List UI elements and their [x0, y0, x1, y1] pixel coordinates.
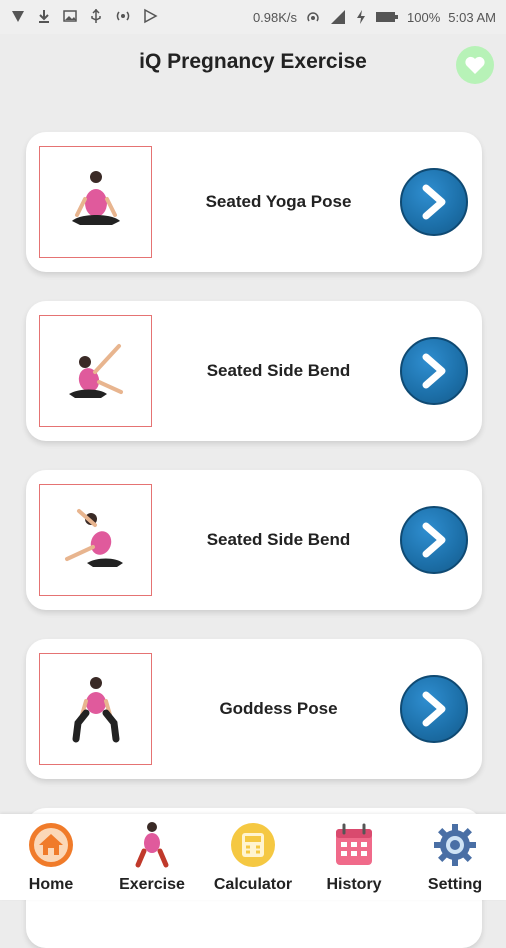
exercise-title: Seated Side Bend — [206, 361, 351, 380]
exercise-card[interactable]: Seated Side Bend — [26, 470, 482, 610]
battery-percent: 100% — [407, 9, 441, 25]
open-exercise-button[interactable] — [400, 168, 468, 236]
cell-signal-icon — [331, 10, 346, 24]
nav-history[interactable]: History — [304, 820, 404, 898]
app-header: iQ Pregnancy Exercise — [0, 34, 506, 96]
nav-label: Calculator — [213, 876, 293, 893]
side-bend-figure — [68, 344, 123, 398]
bottom-navigation: Home Exercise Calculator History Setting — [0, 814, 506, 900]
nav-label: History — [326, 876, 382, 893]
image-icon — [63, 10, 77, 22]
chevron-right-icon — [422, 522, 446, 558]
heart-icon — [465, 56, 485, 74]
nav-setting[interactable]: Setting — [405, 820, 505, 898]
seated-yoga-figure — [71, 171, 120, 225]
nav-label: Home — [28, 876, 74, 893]
side-bend-figure — [64, 509, 123, 567]
status-left-icons — [10, 8, 158, 24]
nav-home[interactable]: Home — [1, 820, 101, 898]
open-exercise-button[interactable] — [400, 675, 468, 743]
favorite-button[interactable] — [456, 46, 494, 84]
exercise-thumbnail — [39, 653, 152, 765]
goddess-pose-figure — [72, 677, 119, 743]
gear-icon — [430, 820, 480, 870]
download-icon — [39, 10, 49, 23]
chevron-right-icon — [422, 691, 446, 727]
network-speed: 0.98K/s — [252, 9, 298, 25]
play-store-icon — [144, 8, 158, 24]
usb-icon — [91, 8, 101, 23]
exercise-icon — [127, 820, 177, 870]
nav-exercise[interactable]: Exercise — [102, 820, 202, 898]
nav-label: Setting — [427, 876, 483, 893]
exercise-card[interactable]: Seated Yoga Pose — [26, 132, 482, 272]
chevron-right-icon — [422, 184, 446, 220]
radio-signal-icon — [116, 11, 130, 21]
home-icon — [26, 820, 76, 870]
exercise-title: Seated Yoga Pose — [205, 192, 352, 211]
exercise-card[interactable]: Seated Side Bend — [26, 301, 482, 441]
exercise-thumbnail — [39, 315, 152, 427]
page-title: iQ Pregnancy Exercise — [139, 50, 367, 73]
nav-label: Exercise — [119, 876, 185, 893]
exercise-title: Goddess Pose — [219, 699, 338, 718]
calculator-icon — [228, 820, 278, 870]
open-exercise-button[interactable] — [400, 506, 468, 574]
shield-icon — [12, 11, 24, 22]
open-exercise-button[interactable] — [400, 337, 468, 405]
nav-calculator[interactable]: Calculator — [203, 820, 303, 898]
status-bar: 0.98K/s 100% 5:03 AM — [0, 0, 506, 34]
chevron-right-icon — [422, 353, 446, 389]
clock: 5:03 AM — [448, 9, 496, 25]
exercise-thumbnail — [39, 146, 152, 258]
battery-icon — [376, 12, 399, 22]
exercise-card[interactable]: Goddess Pose — [26, 639, 482, 779]
status-right: 0.98K/s 100% 5:03 AM — [253, 9, 496, 25]
hotspot-icon — [307, 12, 319, 22]
calendar-icon — [329, 820, 379, 870]
exercise-title: Seated Side Bend — [206, 530, 351, 549]
charging-icon — [357, 10, 366, 24]
exercise-thumbnail — [39, 484, 152, 596]
